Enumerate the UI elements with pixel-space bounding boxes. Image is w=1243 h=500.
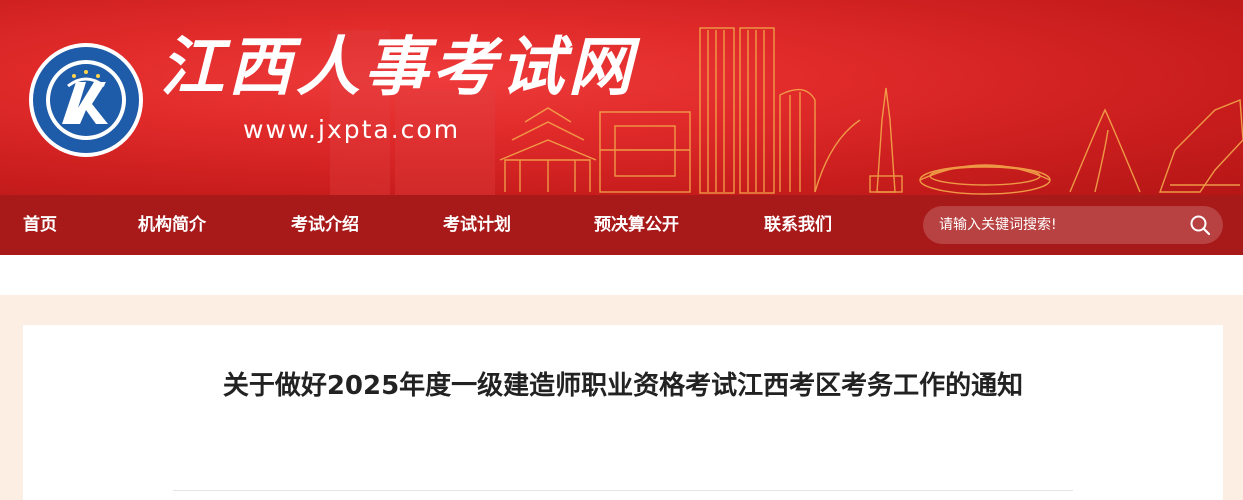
article-title: 关于做好2025年度一级建造师职业资格考试江西考区考务工作的通知 — [222, 371, 1024, 401]
nav-item-about[interactable]: 机构简介 — [138, 195, 206, 255]
nav-spacer — [0, 255, 1243, 295]
nav-item-home[interactable]: 首页 — [23, 195, 57, 255]
article-panel: 关于做好2025年度一级建造师职业资格考试江西考区考务工作的通知 — [23, 325, 1223, 500]
nav-item-exam-plan[interactable]: 考试计划 — [443, 195, 511, 255]
site-url: www.jxpta.com — [243, 115, 461, 144]
logo-emblem-icon — [29, 43, 143, 157]
header-banner: 江西人事考试网 www.jxpta.com — [0, 0, 1243, 195]
title-divider — [173, 490, 1073, 491]
nav-item-contact[interactable]: 联系我们 — [764, 195, 832, 255]
nav-item-exam-intro[interactable]: 考试介绍 — [291, 195, 359, 255]
site-title: 江西人事考试网 — [160, 30, 636, 105]
search-box — [923, 206, 1223, 244]
site-logo[interactable] — [28, 42, 144, 158]
search-input[interactable] — [923, 206, 1173, 244]
nav-item-budget[interactable]: 预决算公开 — [594, 195, 679, 255]
search-icon[interactable] — [1189, 214, 1211, 236]
